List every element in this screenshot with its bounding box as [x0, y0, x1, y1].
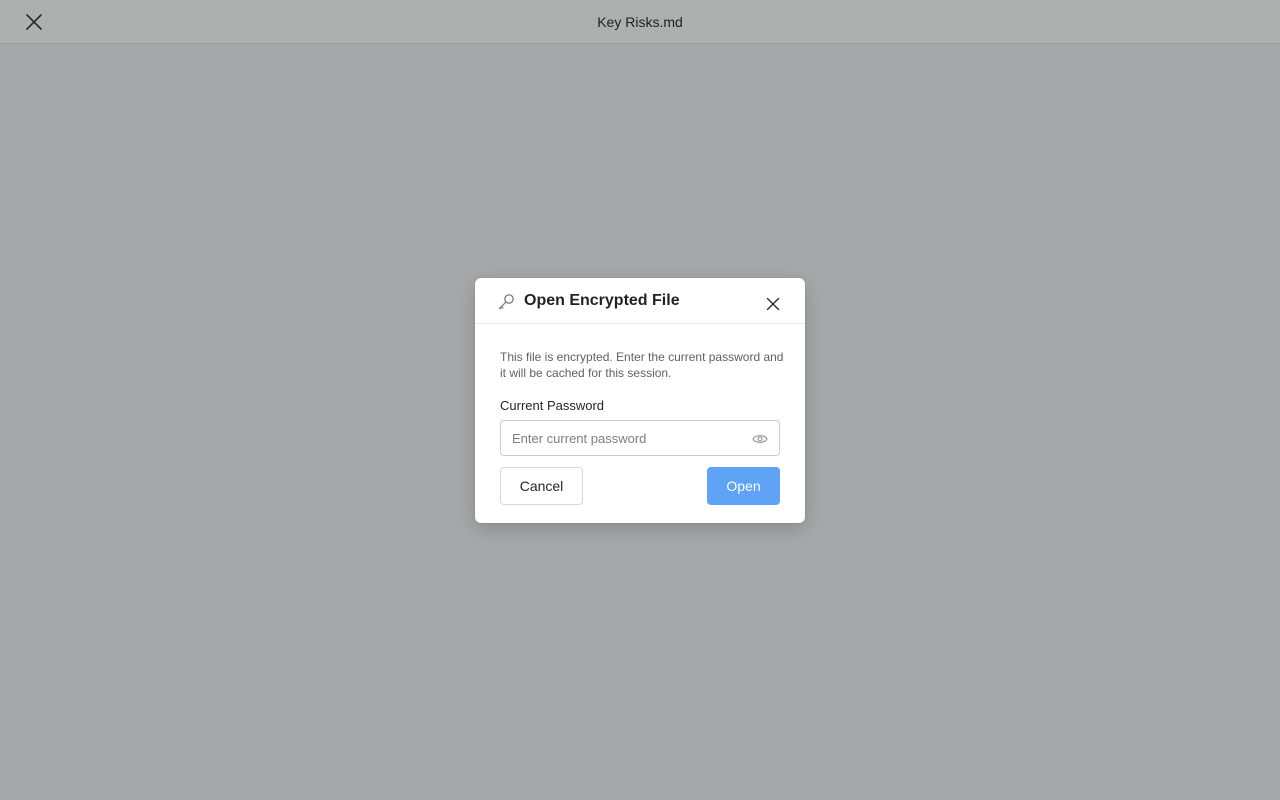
password-field: [500, 420, 780, 456]
password-input[interactable]: [501, 421, 741, 455]
show-password-toggle[interactable]: [751, 430, 769, 448]
app-header: Key Risks.md: [0, 0, 1280, 44]
key-icon: [498, 294, 514, 310]
open-button[interactable]: Open: [707, 467, 780, 505]
open-encrypted-file-dialog: Open Encrypted File This file is encrypt…: [475, 278, 805, 523]
window-title: Key Risks.md: [597, 14, 683, 30]
dialog-description: This file is encrypted. Enter the curren…: [500, 350, 784, 380]
close-icon: [766, 297, 780, 311]
dialog-close-button[interactable]: [761, 292, 785, 316]
password-label: Current Password: [500, 398, 605, 413]
dialog-title: Open Encrypted File: [524, 292, 680, 309]
cancel-button[interactable]: Cancel: [500, 467, 583, 505]
eye-icon: [752, 435, 768, 443]
dialog-header: Open Encrypted File: [475, 278, 805, 324]
